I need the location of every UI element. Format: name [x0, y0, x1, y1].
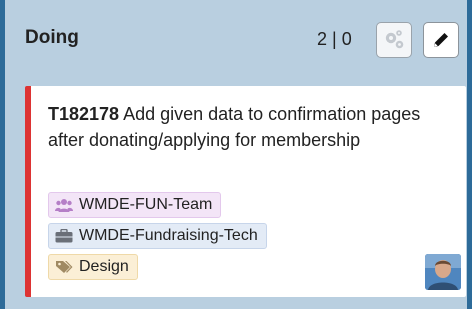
users-icon — [55, 199, 73, 212]
column-title: Doing — [25, 27, 79, 48]
project-tag-wmde-fun-team[interactable]: WMDE-FUN-Team — [48, 192, 222, 218]
user-avatar[interactable] — [425, 254, 461, 290]
project-tag-label[interactable]: WMDE-FUN-Team — [79, 196, 212, 214]
column-count: 2 | 0 — [317, 29, 352, 49]
column-header: Doing 2 | 0 — [5, 0, 467, 84]
column-edit-button[interactable] — [423, 22, 459, 58]
task-id[interactable]: T182178 — [48, 104, 119, 124]
tag-icon — [56, 261, 73, 273]
briefcase-icon — [55, 229, 73, 243]
workboard-column: Doing 2 | 0 T182178 Add given data to co… — [5, 0, 467, 309]
pencil-icon — [434, 33, 448, 47]
avatar-image — [425, 254, 461, 290]
column-settings-button[interactable] — [376, 22, 412, 58]
task-card-title[interactable]: T182178 Add given data to confirmation p… — [48, 101, 428, 153]
project-tag-wmde-fundraising-tech[interactable]: WMDE-Fundraising-Tech — [48, 223, 267, 249]
task-card[interactable]: T182178 Add given data to confirmation p… — [25, 86, 466, 297]
gear-icon — [385, 30, 404, 49]
project-tag-label[interactable]: WMDE-Fundraising-Tech — [79, 227, 258, 245]
project-tag-label[interactable]: Design — [79, 258, 129, 276]
project-tag-design[interactable]: Design — [48, 254, 138, 280]
